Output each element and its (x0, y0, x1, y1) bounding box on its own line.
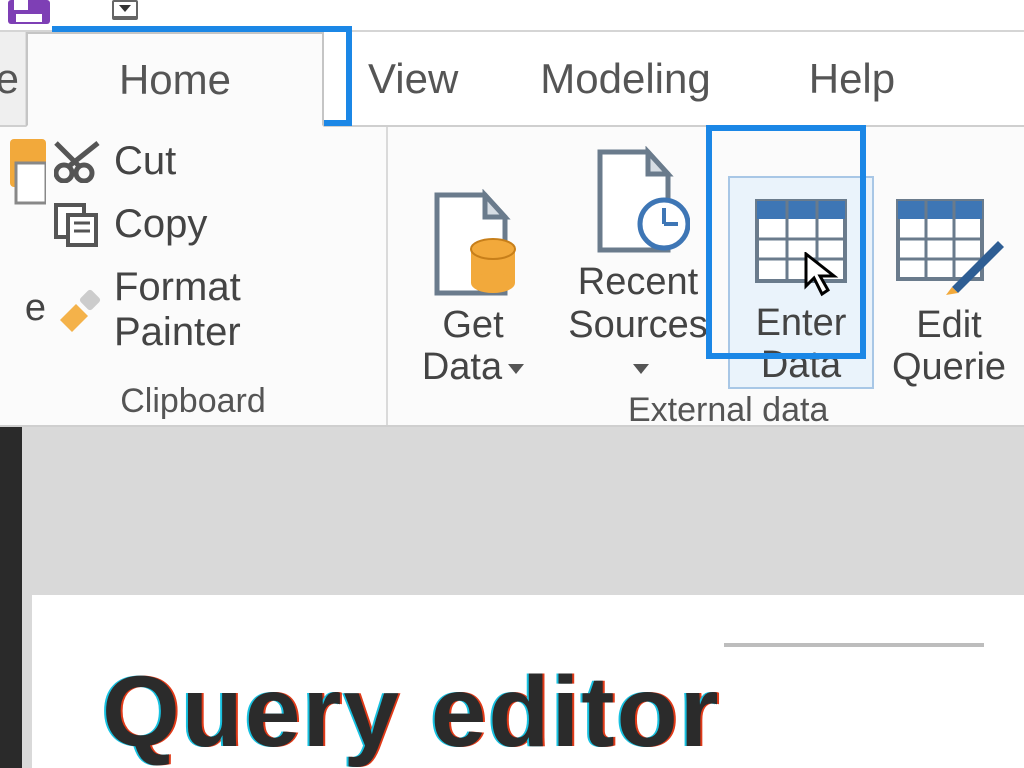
enter-line1: Enter (756, 302, 847, 345)
cursor-icon (804, 252, 844, 298)
copy-label: Copy (114, 202, 207, 247)
tab-modeling[interactable]: Modeling (502, 32, 748, 125)
tab-modeling-label: Modeling (540, 55, 710, 103)
tab-home-label: Home (119, 56, 231, 104)
tab-view[interactable]: View (324, 32, 502, 125)
tab-home[interactable]: Home (26, 32, 324, 127)
tab-help-label: Help (809, 55, 895, 103)
get-data-line1: Get (442, 304, 503, 347)
get-data-line2: Data (422, 346, 502, 388)
tab-view-label: View (368, 55, 458, 103)
report-canvas: Query editor (0, 427, 1024, 768)
ribbon-group-clipboard: e Cut (0, 127, 388, 425)
copy-button[interactable]: Copy (54, 202, 376, 247)
scissors-icon (54, 141, 102, 183)
chevron-down-icon (508, 364, 524, 374)
edit-queries-button[interactable]: Edit Querie (884, 180, 1014, 389)
ribbon-home: e Cut (0, 127, 1024, 427)
format-painter-label: Format Painter (114, 265, 376, 355)
enter-data-button[interactable]: Enter Data (728, 176, 874, 389)
paste-button-partial[interactable]: e (10, 133, 46, 330)
table-pen-icon (894, 186, 1004, 304)
cut-label: Cut (114, 139, 176, 184)
page-clock-icon (586, 143, 690, 261)
group-label-clipboard: Clipboard (10, 380, 376, 421)
page-db-icon (423, 186, 523, 304)
tab-file-partial[interactable]: e (0, 32, 26, 125)
recent-sources-button[interactable]: Recent Sources (558, 137, 718, 389)
paste-label-suffix: e (25, 287, 46, 330)
cut-button[interactable]: Cut (54, 139, 376, 184)
clipboard-icon (10, 133, 46, 209)
chevron-down-icon (633, 364, 649, 374)
brush-icon (54, 288, 102, 332)
ribbon-group-external-data: Get Data Recent Sources (388, 127, 1024, 425)
format-painter-button[interactable]: Format Painter (54, 265, 376, 355)
recent-line1: Recent (578, 261, 698, 304)
document-panel: Query editor (32, 595, 1024, 768)
edit-line1: Edit (916, 304, 981, 347)
edit-line2: Querie (892, 346, 1006, 389)
qat-dropdown-icon[interactable] (112, 0, 138, 20)
enter-line2: Data (761, 344, 841, 387)
page-title: Query editor (102, 655, 1024, 768)
tab-help[interactable]: Help (749, 32, 955, 125)
quick-access-toolbar (0, 0, 1024, 32)
tab-file-label: e (0, 55, 19, 103)
save-icon[interactable] (6, 0, 52, 32)
separator-line (724, 643, 984, 647)
group-label-external: External data (398, 389, 1014, 430)
copy-icon (54, 203, 102, 247)
ribbon-tab-strip: e Home View Modeling Help (0, 32, 1024, 127)
get-data-button[interactable]: Get Data (398, 180, 548, 389)
recent-line2: Sources (568, 304, 707, 346)
